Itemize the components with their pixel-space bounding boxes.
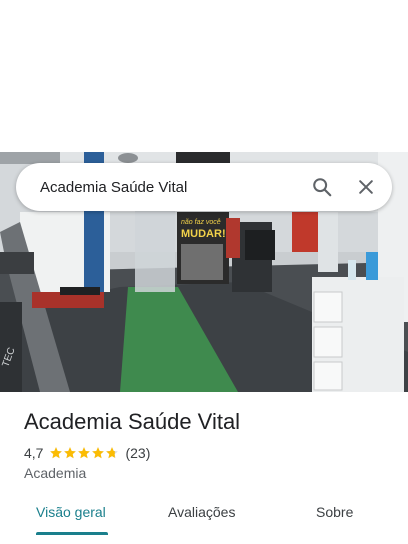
rating-row[interactable]: 4,7 (23) (24, 444, 150, 462)
poster-big-text: MUDAR! (181, 228, 226, 240)
tab-about[interactable]: Sobre (316, 504, 353, 520)
tab-overview[interactable]: Visão geral (36, 504, 106, 520)
review-count[interactable]: (23) (125, 445, 150, 461)
place-tabs: Visão geral Avaliações Sobre (0, 492, 408, 544)
search-icon[interactable] (304, 169, 340, 205)
star-icon (92, 447, 105, 459)
top-blank-area (0, 0, 408, 152)
close-icon[interactable] (348, 169, 384, 205)
star-icon (64, 447, 77, 459)
star-icon (78, 447, 91, 459)
place-category[interactable]: Academia (24, 465, 86, 481)
star-icon (106, 447, 119, 459)
search-input[interactable]: Academia Saúde Vital (40, 179, 304, 196)
star-rating (49, 446, 119, 460)
star-icon (50, 447, 63, 459)
rating-value: 4,7 (24, 445, 44, 461)
search-bar[interactable]: Academia Saúde Vital (16, 163, 392, 211)
tab-reviews[interactable]: Avaliações (168, 504, 235, 520)
active-tab-indicator (36, 532, 108, 535)
place-title: Academia Saúde Vital (24, 409, 241, 434)
poster-small-text: não faz você (181, 219, 221, 226)
